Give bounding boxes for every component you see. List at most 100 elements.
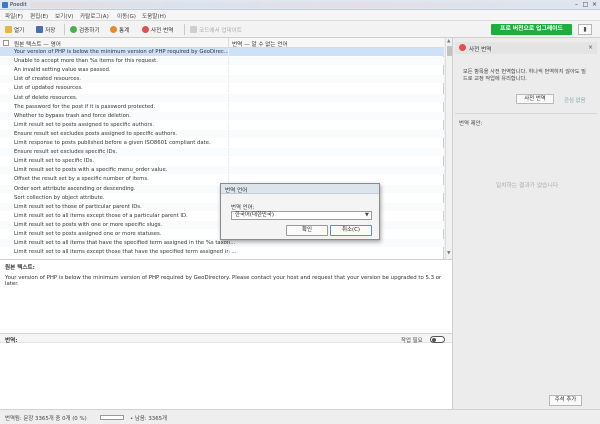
table-row[interactable]: Ensure result set excludes posts assigne… [0, 129, 444, 138]
row-source-text: Order sort attribute ascending or descen… [14, 185, 136, 192]
sidebar-pretranslate-button[interactable]: 사전 번역 [516, 94, 554, 104]
row-source-text: Ensure result set excludes specific IDs. [14, 149, 118, 156]
floppy-icon [36, 26, 43, 33]
save-button[interactable]: 저장 [36, 25, 55, 34]
column-divider [228, 139, 229, 147]
table-row[interactable]: List of created resources. [0, 75, 444, 84]
needs-work-toggle[interactable] [430, 336, 445, 343]
row-source-text: Sort collection by object attribute. [14, 194, 105, 201]
column-divider [228, 129, 229, 138]
close-icon[interactable]: × [588, 44, 593, 51]
upgrade-pro-button[interactable]: 프로 버전으로 업그레이드 [491, 24, 572, 35]
pretranslate-button[interactable]: 사전 번역 [142, 25, 173, 34]
minimize-icon[interactable]: – [572, 1, 581, 9]
column-divider [228, 75, 229, 84]
column-divider [228, 166, 229, 175]
table-row[interactable]: Your version of PHP is below the minimum… [0, 48, 444, 56]
row-source-text: Ensure result set excludes posts assigne… [14, 130, 178, 137]
suggestions-label: 번역 제안: [459, 121, 483, 127]
no-match-message: 일치하는 결과가 없습니다 [495, 183, 559, 189]
scroll-down-icon[interactable]: ▼ [447, 251, 450, 256]
close-icon[interactable]: × [590, 1, 599, 9]
table-row[interactable]: Limit result set to specific IDs. [0, 157, 444, 166]
row-source-text: List of delete resources. [14, 94, 78, 101]
translation-input[interactable] [0, 343, 452, 409]
table-row[interactable]: Ensure result set excludes specific IDs. [0, 148, 444, 157]
row-source-text: Limit result set to those of particular … [14, 203, 142, 210]
column-divider [228, 38, 229, 48]
row-source-text: Limit result set to all items except tho… [14, 212, 188, 219]
row-source-text: The password for the post if it is passw… [14, 103, 156, 110]
row-source-text: Your version of PHP is below the minimum… [14, 49, 229, 55]
check-icon [70, 26, 77, 33]
menu-view[interactable]: 보기(V) [55, 12, 73, 20]
table-row[interactable]: The password for the post if it is passw… [0, 102, 444, 111]
column-divider [228, 102, 229, 111]
dialog-title-bar: 번역 언어 [221, 184, 379, 194]
maximize-icon[interactable]: □ [581, 1, 590, 9]
ok-button[interactable]: 확인 [286, 225, 328, 236]
status-text: 번역됨: 문장 3365개 중 0개 (0 %) [5, 416, 87, 422]
folder-icon [5, 26, 12, 33]
not-interested-link[interactable]: 관심 없음 [564, 96, 586, 104]
update-from-code-button[interactable]: 코드에서 업데이트 [190, 25, 242, 34]
menu-catalog[interactable]: 카탈로그(A) [80, 12, 109, 20]
row-source-text: List of created resources. [14, 76, 81, 83]
progress-bar [100, 415, 124, 420]
sidebar-title: 사전 번역 [469, 47, 492, 53]
row-source-text: Limit result set to all items that have … [14, 240, 236, 247]
dialog-title: 번역 언어 [225, 188, 248, 194]
cancel-button[interactable]: 취소(C) [330, 225, 372, 236]
statistics-button[interactable]: 통계 [110, 25, 129, 34]
sidebar-pretranslate-header: 사전 번역 × [455, 42, 597, 54]
status-bar: 번역됨: 문장 3365개 중 0개 (0 %) • 남음: 3365개 [0, 409, 600, 424]
open-button[interactable]: 열기 [5, 25, 24, 34]
row-source-text: Offset the result set by a specific numb… [14, 176, 149, 183]
add-comment-button[interactable]: 주석 추가 [549, 395, 582, 406]
menu-edit[interactable]: 편집(E) [30, 12, 48, 20]
title-bar: Poedit – □ × [0, 0, 600, 10]
magic-wand-icon [459, 44, 466, 51]
menu-bar: 파일(F) 편집(E) 보기(V) 카탈로그(A) 이동(G) 도움말(H) [0, 10, 600, 21]
window-title: Poedit [10, 2, 27, 8]
sidebar-message: 모든 항목을 사전 번역합니다. 하나씩 번역하지 않아도 빌드로 교정 작업에… [463, 69, 586, 82]
language-select[interactable]: 한국어(대한민국) ▼ [231, 211, 372, 220]
magic-wand-icon [142, 26, 149, 33]
menu-file[interactable]: 파일(F) [5, 12, 23, 20]
list-scrollbar[interactable]: ▲ ▼ [445, 38, 452, 259]
table-row[interactable]: List of updated resources. [0, 84, 444, 93]
sidebar-toggle-icon[interactable]: ▮ [578, 24, 592, 35]
menu-help[interactable]: 도움말(H) [142, 12, 166, 20]
sidebar-divider [455, 113, 597, 114]
column-divider [228, 157, 229, 166]
validate-button[interactable]: 검증하기 [70, 25, 100, 34]
column-divider [228, 93, 229, 102]
table-row[interactable]: Limit result set to all items that have … [0, 239, 444, 248]
menu-go[interactable]: 이동(G) [117, 12, 136, 20]
row-source-text: List of updated resources. [14, 85, 83, 92]
table-row[interactable]: Limit result set to posts assigned to sp… [0, 120, 444, 129]
table-row[interactable]: Limit result set to all items except tho… [0, 248, 444, 257]
column-divider [228, 111, 229, 120]
table-row[interactable]: Unable to accept more than %s items for … [0, 57, 444, 66]
row-source-text: Limit result set to posts assigned to sp… [14, 121, 155, 128]
row-source-text: Whether to bypass trash and force deleti… [14, 112, 131, 119]
toggle-knob [432, 338, 436, 342]
column-translation-header[interactable]: 번역 — 알 수 없는 언어 [232, 40, 288, 48]
source-text: Your version of PHP is below the minimum… [5, 275, 442, 287]
source-label: 원본 텍스트: [5, 265, 35, 271]
table-row[interactable]: List of delete resources. [0, 93, 444, 102]
remaining-text: • 남음: 3365개 [130, 416, 168, 422]
scroll-up-icon[interactable]: ▲ [447, 39, 450, 44]
translation-header: 번역: 작업 필요 [0, 333, 452, 344]
column-source-header[interactable]: 원본 텍스트 — 영어 [14, 40, 61, 48]
column-divider [228, 57, 229, 66]
table-row[interactable]: Whether to bypass trash and force deleti… [0, 111, 444, 120]
table-row[interactable]: An invalid setting value was passed. [0, 66, 444, 75]
sidebar: 사전 번역 × 모든 항목을 사전 번역합니다. 하나씩 번역하지 않아도 빌드… [452, 38, 600, 409]
select-all-checkbox[interactable] [3, 40, 9, 46]
column-divider [228, 84, 229, 93]
table-row[interactable]: Limit response to posts published before… [0, 139, 444, 147]
row-source-text: Unable to accept more than %s items for … [14, 58, 158, 65]
table-row[interactable]: Limit result set to posts with a specifi… [0, 166, 444, 175]
